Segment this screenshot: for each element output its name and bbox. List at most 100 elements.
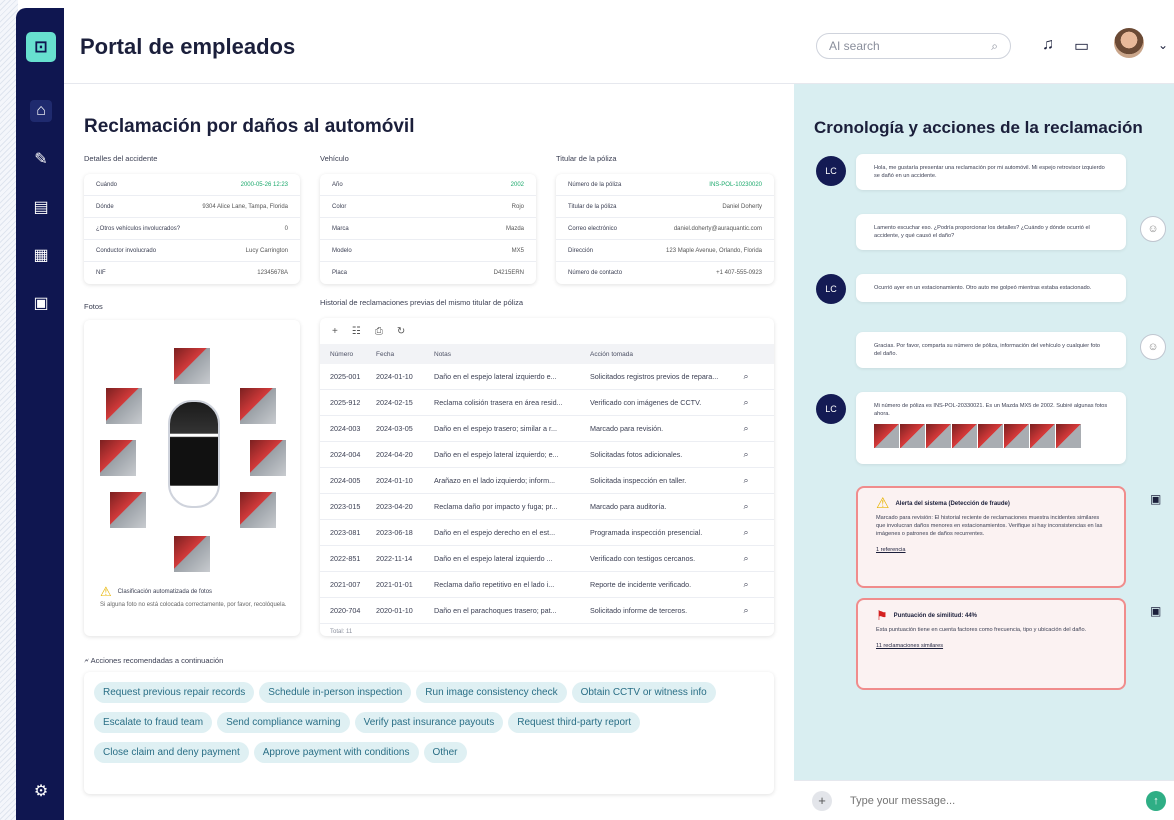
- table-row[interactable]: 2020-704 2020-01-10 Daño en el parachoques…: [320, 598, 774, 624]
- table-cell: 2024-01-10: [376, 372, 413, 381]
- table-row[interactable]: 2022-851 2022-11-14 Daño en el espejo late…: [320, 546, 774, 572]
- view-icon[interactable]: ⌕: [736, 475, 756, 486]
- view-icon[interactable]: ⌕: [736, 423, 756, 434]
- thumbnail[interactable]: [1056, 424, 1081, 448]
- print-icon[interactable]: ⎙: [375, 326, 383, 337]
- view-icon[interactable]: ⌕: [736, 527, 756, 538]
- action-chip[interactable]: Other: [423, 742, 467, 763]
- view-icon[interactable]: ⌕: [736, 553, 756, 564]
- photo-rear-right[interactable]: [240, 492, 276, 528]
- thumbnail[interactable]: [978, 424, 1003, 448]
- table-row[interactable]: 2023-015 2023-04-20 Reclama daño por impac…: [320, 494, 774, 520]
- column-header[interactable]: Número: [320, 351, 376, 358]
- thumbnail[interactable]: [900, 424, 925, 448]
- thumbnail[interactable]: [1030, 424, 1055, 448]
- reference-link[interactable]: 1 referencia: [876, 546, 1106, 554]
- thumbnail[interactable]: [926, 424, 951, 448]
- edit-icon[interactable]: ✎: [30, 148, 52, 170]
- view-icon[interactable]: ⌕: [736, 501, 756, 512]
- action-chip[interactable]: Escalate to fraud team: [94, 712, 213, 733]
- action-chip[interactable]: Approve payment with conditions: [253, 742, 419, 763]
- photo-rear[interactable]: [174, 536, 210, 572]
- photos-label: Fotos: [84, 302, 103, 311]
- table-row[interactable]: 2025-912 2024-02-15 Reclama colisión trase…: [320, 390, 774, 416]
- vehicle-label: Vehículo: [320, 154, 349, 163]
- fraud-alert: ⚠ Alerta del sistema (Detección de fraude…: [856, 486, 1126, 588]
- view-icon[interactable]: ⌕: [736, 371, 756, 382]
- table-cell: Reclama daño por impacto y fuga; pr...: [434, 502, 558, 511]
- detail-value: 123 Maple Avenue, Orlando, Florida: [666, 247, 762, 254]
- send-icon[interactable]: ↑: [1146, 791, 1166, 811]
- column-header[interactable]: Notas: [434, 351, 586, 358]
- add-icon[interactable]: +: [332, 326, 338, 337]
- photo-right[interactable]: [250, 440, 286, 476]
- photo-front[interactable]: [174, 348, 210, 384]
- chevron-down-icon[interactable]: ⌄: [1158, 38, 1168, 52]
- action-chip[interactable]: Request previous repair records: [94, 682, 255, 703]
- table-row[interactable]: 2023-081 2023-06-18 Daño en el espejo dere…: [320, 520, 774, 546]
- photo-left[interactable]: [100, 440, 136, 476]
- table-row[interactable]: 2024-003 2024-03-05 Daño en el espejo tras…: [320, 416, 774, 442]
- action-chip[interactable]: Close claim and deny payment: [94, 742, 249, 763]
- table-cell: Daño en el espejo lateral izquierdo; e..…: [434, 450, 559, 459]
- view-icon[interactable]: ⌕: [736, 449, 756, 460]
- table-row[interactable]: 2024-004 2024-04-20 Daño en el espejo late…: [320, 442, 774, 468]
- action-chip[interactable]: Request third-party report: [508, 712, 641, 733]
- table-cell: 2023-04-20: [376, 502, 413, 511]
- view-icon[interactable]: ⌕: [736, 605, 756, 616]
- message-input[interactable]: [850, 791, 1110, 811]
- photo-rear-left[interactable]: [110, 492, 146, 528]
- app-logo-icon[interactable]: ⊡: [26, 32, 56, 62]
- action-chip[interactable]: Obtain CCTV or witness info: [571, 682, 716, 703]
- list-icon[interactable]: ☷: [352, 326, 361, 337]
- table-cell: Solicitado informe de terceros.: [590, 606, 688, 615]
- history-label: Historial de reclamaciones previas del m…: [320, 298, 524, 307]
- detail-value: D4215ERN: [493, 270, 524, 276]
- view-icon[interactable]: ⌕: [736, 397, 756, 408]
- detail-row: Marca Mazda: [320, 218, 536, 240]
- detail-key: Correo electrónico: [568, 225, 618, 232]
- detail-value: Rojo: [511, 203, 524, 210]
- calendar-icon[interactable]: ▦: [30, 244, 52, 266]
- photo-front-right[interactable]: [240, 388, 276, 424]
- table-row[interactable]: 2024-005 2024-01-10 Arañazo en el lado izq…: [320, 468, 774, 494]
- photo-front-left[interactable]: [106, 388, 142, 424]
- detail-row: Número de contacto +1 407-555-0923: [556, 262, 774, 284]
- view-icon[interactable]: ⌕: [736, 579, 756, 590]
- avatar[interactable]: [1114, 28, 1144, 58]
- table-row[interactable]: 2025-001 2024-01-10 Daño en el espejo late…: [320, 364, 774, 390]
- table-cell: Verificado con testigos cercanos.: [590, 554, 696, 563]
- settings-icon[interactable]: ⚙: [30, 780, 52, 802]
- column-header[interactable]: Fecha: [376, 351, 434, 358]
- bell-icon[interactable]: ♫: [1042, 36, 1054, 54]
- claim-heading: Reclamación por daños al automóvil: [84, 116, 415, 137]
- detail-key: Placa: [332, 270, 348, 276]
- action-chip[interactable]: Verify past insurance payouts: [354, 712, 504, 733]
- holder-label: Titular de la póliza: [556, 154, 617, 163]
- photos-card: ⚠ Clasificación automatizada de fotos Si …: [84, 320, 300, 636]
- history-total: Total: 11: [330, 629, 353, 635]
- detail-row: Dirección 123 Maple Avenue, Orlando, Flor…: [556, 240, 774, 262]
- inbox-icon[interactable]: ▣: [30, 292, 52, 314]
- thumbnail[interactable]: [952, 424, 977, 448]
- main-content: Reclamación por daños al automóvil Detal…: [64, 84, 794, 820]
- refresh-icon[interactable]: ↻: [397, 326, 405, 337]
- thumbnail[interactable]: [1004, 424, 1029, 448]
- reports-icon[interactable]: ▤: [30, 196, 52, 218]
- action-chip[interactable]: Send compliance warning: [217, 712, 350, 733]
- thumbnail[interactable]: [874, 424, 899, 448]
- detail-row: Cuándo 2000-05-26 12:23: [84, 174, 300, 196]
- table-cell: Daño en el espejo trasero; similar a r..…: [434, 424, 558, 433]
- similar-claims-link[interactable]: 11 reclamaciones similares: [876, 642, 1106, 650]
- history-toolbar: + ☷ ⎙ ↻: [320, 318, 774, 344]
- add-attachment-icon[interactable]: +: [812, 791, 832, 811]
- action-chip[interactable]: Schedule in-person inspection: [259, 682, 412, 703]
- action-chip[interactable]: Run image consistency check: [416, 682, 567, 703]
- chat-icon[interactable]: ▭: [1074, 36, 1089, 56]
- column-header[interactable]: Acción tomada: [586, 351, 736, 358]
- table-cell: Marcado para auditoría.: [590, 502, 667, 511]
- search-input[interactable]: AI search ⌕: [816, 33, 1011, 59]
- home-icon[interactable]: ⌂: [30, 100, 52, 122]
- table-row[interactable]: 2021-007 2021-01-01 Reclama daño repetitiv…: [320, 572, 774, 598]
- detail-value: Daniel Doherty: [722, 203, 762, 210]
